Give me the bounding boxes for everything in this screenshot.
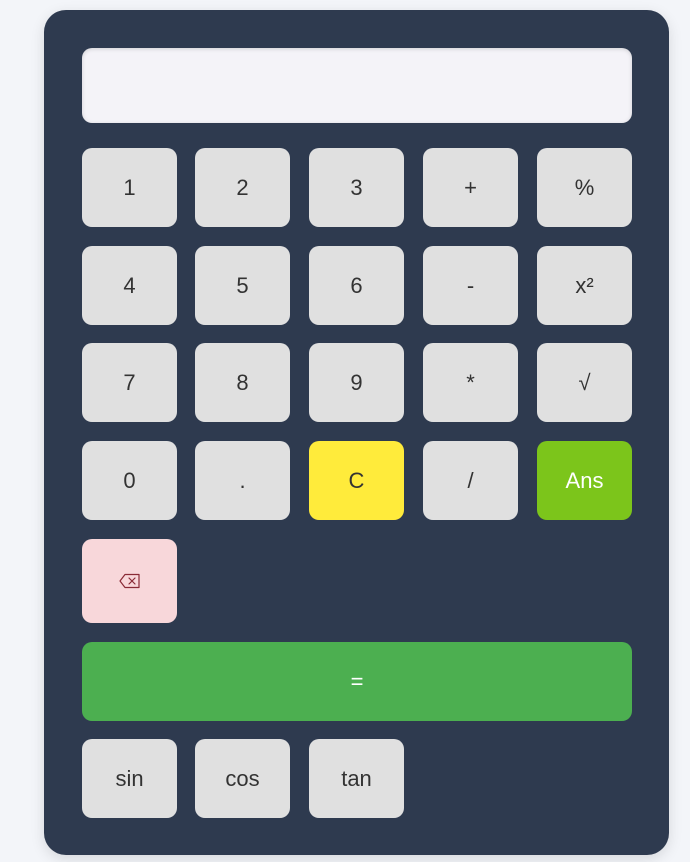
calculator: 1 2 3 + % 4 5 6 - x² 7 8 9 * √ 0 . C / A… bbox=[44, 10, 669, 855]
equals-button[interactable]: = bbox=[82, 642, 632, 721]
ans-button[interactable]: Ans bbox=[537, 441, 632, 520]
key-multiply[interactable]: * bbox=[423, 343, 518, 422]
key-9[interactable]: 9 bbox=[309, 343, 404, 422]
key-subtract[interactable]: - bbox=[423, 246, 518, 325]
key-0[interactable]: 0 bbox=[82, 441, 177, 520]
key-divide[interactable]: / bbox=[423, 441, 518, 520]
display-field[interactable] bbox=[82, 48, 632, 123]
key-4[interactable]: 4 bbox=[82, 246, 177, 325]
key-decimal[interactable]: . bbox=[195, 441, 290, 520]
backspace-button[interactable] bbox=[82, 539, 177, 623]
key-1[interactable]: 1 bbox=[82, 148, 177, 227]
key-percent[interactable]: % bbox=[537, 148, 632, 227]
key-square[interactable]: x² bbox=[537, 246, 632, 325]
key-7[interactable]: 7 bbox=[82, 343, 177, 422]
clear-button[interactable]: C bbox=[309, 441, 404, 520]
key-3[interactable]: 3 bbox=[309, 148, 404, 227]
key-tan[interactable]: tan bbox=[309, 739, 404, 818]
key-5[interactable]: 5 bbox=[195, 246, 290, 325]
key-2[interactable]: 2 bbox=[195, 148, 290, 227]
key-6[interactable]: 6 bbox=[309, 246, 404, 325]
key-sin[interactable]: sin bbox=[82, 739, 177, 818]
key-sqrt[interactable]: √ bbox=[537, 343, 632, 422]
key-8[interactable]: 8 bbox=[195, 343, 290, 422]
key-cos[interactable]: cos bbox=[195, 739, 290, 818]
backspace-icon bbox=[118, 573, 141, 589]
key-add[interactable]: + bbox=[423, 148, 518, 227]
